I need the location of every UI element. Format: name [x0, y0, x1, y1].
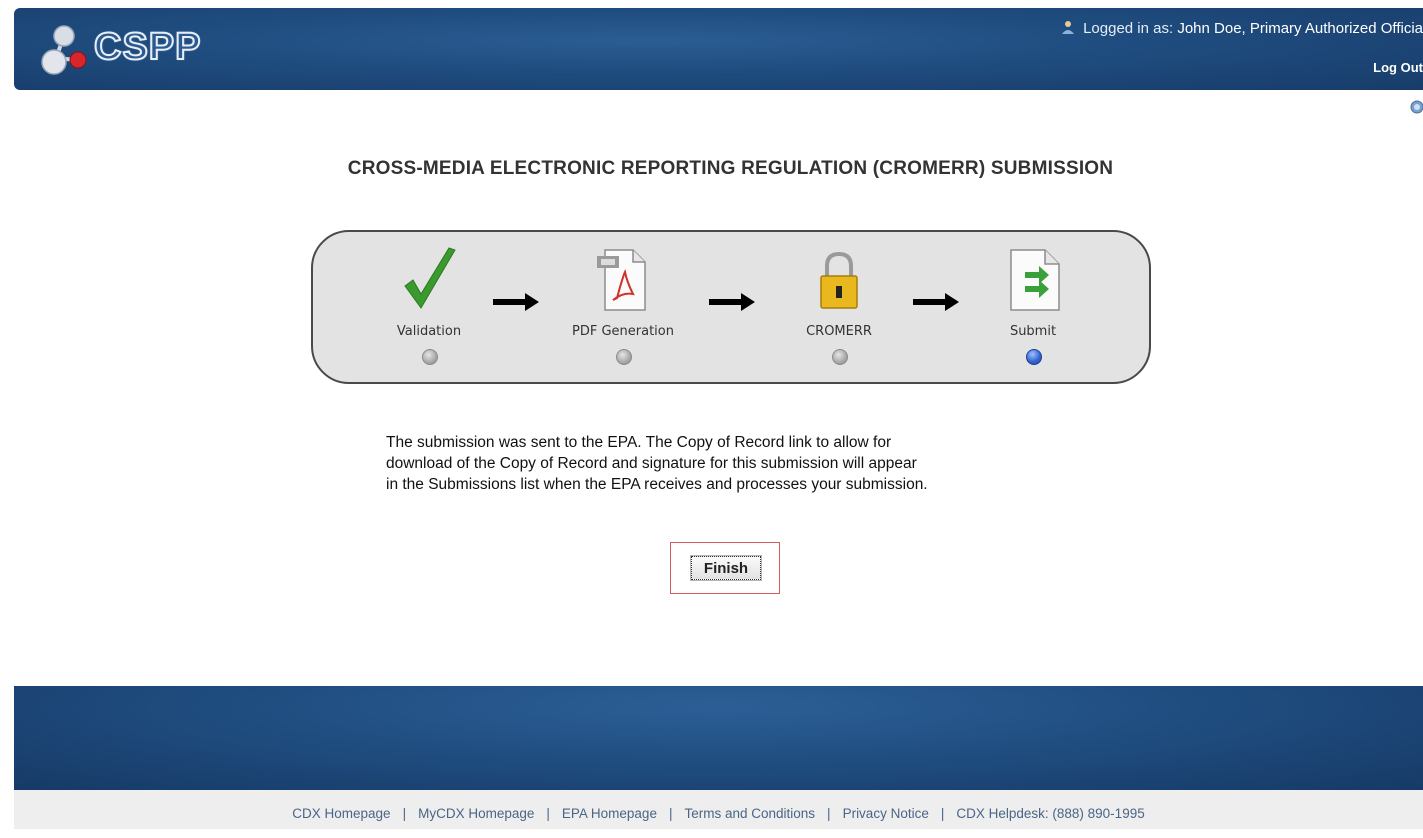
step-validation: Validation — [359, 232, 499, 382]
pdf-icon — [597, 249, 646, 311]
arrow-right-icon — [493, 293, 539, 311]
separator: | — [668, 806, 673, 821]
footer-link-terms[interactable]: Terms and Conditions — [684, 806, 815, 821]
step-indicator-active — [1026, 349, 1042, 365]
page-title: CROSS-MEDIA ELECTRONIC REPORTING REGULAT… — [347, 158, 1114, 179]
separator: | — [827, 806, 831, 821]
cspp-logo[interactable]: CSPP — [36, 22, 226, 78]
footer-band — [14, 686, 1423, 790]
footer-link-cdx-homepage[interactable]: CDX Homepage — [292, 806, 390, 821]
footer-link-helpdesk[interactable]: CDX Helpdesk: (888) 890-1995 — [956, 806, 1144, 821]
finish-highlight: Finish — [670, 542, 780, 594]
step-indicator — [832, 349, 848, 365]
step-indicator — [422, 349, 438, 365]
footer-links: CDX Homepage | MyCDX Homepage | EPA Homepage… — [14, 790, 1423, 829]
step-cromerr: CROMERR — [769, 232, 909, 382]
page-header: CSPP Logged in as: John Doe, Primary Aut… — [14, 8, 1423, 90]
user-icon — [1061, 21, 1074, 34]
step-label: Submit — [1009, 324, 1057, 339]
checkmark-icon — [404, 247, 456, 309]
step-indicator — [616, 349, 632, 365]
logged-in-prefix: Logged in as: — [1083, 20, 1174, 37]
separator: | — [940, 806, 945, 821]
step-label: CROMERR — [806, 324, 872, 339]
logo-text: CSPP — [93, 25, 202, 69]
footer-link-privacy[interactable]: Privacy Notice — [843, 806, 929, 821]
step-submit: Submit — [963, 232, 1103, 382]
message-line: download of the Copy of Record and signa… — [386, 455, 917, 472]
logged-in-user: John Doe, Primary Authorized Officia — [1177, 20, 1423, 37]
finish-button[interactable]: Finish — [690, 555, 762, 581]
lock-icon — [820, 251, 858, 309]
separator: | — [402, 806, 407, 821]
message-line: in the Submissions list when the EPA rec… — [386, 476, 928, 493]
separator: | — [546, 806, 550, 821]
footer-link-epa-homepage[interactable]: EPA Homepage — [562, 806, 657, 821]
step-label: Validation — [396, 324, 462, 339]
progress-steps: Validation PDF Generation CROMERR Submit — [311, 230, 1151, 384]
help-icon[interactable] — [1410, 100, 1423, 114]
step-pdf-generation: PDF Generation — [553, 232, 693, 382]
logged-in-status: Logged in as: John Doe, Primary Authoriz… — [1061, 20, 1423, 37]
arrow-right-icon — [913, 293, 959, 311]
submit-document-icon — [1010, 249, 1060, 311]
submission-message: The submission was sent to the EPA. The … — [386, 432, 1086, 495]
footer-link-mycdx-homepage[interactable]: MyCDX Homepage — [418, 806, 534, 821]
arrow-right-icon — [709, 293, 755, 311]
molecule-icon — [41, 25, 87, 75]
step-label: PDF Generation — [572, 324, 674, 339]
message-line: The submission was sent to the EPA. The … — [386, 434, 892, 451]
logout-link[interactable]: Log Out — [1373, 60, 1423, 75]
